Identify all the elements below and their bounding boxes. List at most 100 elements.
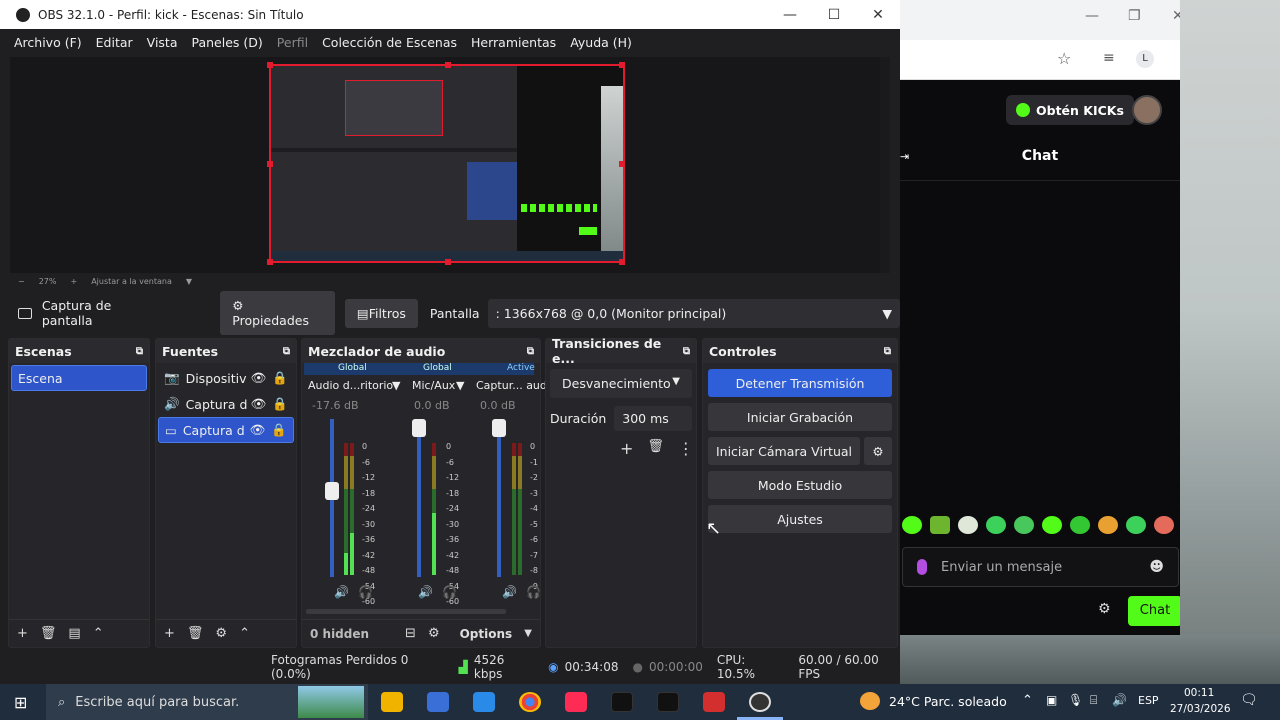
get-kicks-button[interactable]: Obtén KICKs <box>1006 95 1134 125</box>
undock-icon[interactable]: ⧉ <box>527 346 534 357</box>
headphones-icon[interactable]: 🎧 <box>526 585 541 599</box>
menu-herramientas[interactable]: Herramientas <box>471 35 556 50</box>
menu-perfil[interactable]: Perfil <box>277 35 308 50</box>
chat-settings-icon[interactable]: ⚙ <box>1098 601 1111 617</box>
source-item[interactable]: 🔊 Captura d 👁 🔒 <box>158 391 294 417</box>
settings-button[interactable]: Ajustes <box>708 505 892 533</box>
language-indicator[interactable]: ESP <box>1138 694 1159 707</box>
source-item[interactable]: 📷 Dispositiv 👁 🔒 <box>158 365 294 391</box>
message-input[interactable]: Enviar un mensaje ☻ <box>902 547 1179 587</box>
add-icon[interactable]: + <box>620 439 633 458</box>
zoom-out-button[interactable]: − <box>18 277 25 286</box>
menu-archivo[interactable]: Archivo (F) <box>14 35 82 50</box>
stop-streaming-button[interactable]: Detener Transmisión <box>708 369 892 397</box>
star-icon[interactable]: ☆ <box>1057 49 1071 68</box>
speaker-icon[interactable]: 🔊 <box>334 585 349 599</box>
zoom-in-button[interactable]: + <box>70 277 77 286</box>
windows-start-icon[interactable]: ⊞ <box>14 693 27 712</box>
volume-fader-track[interactable] <box>417 419 421 577</box>
undock-icon[interactable]: ⧉ <box>683 346 690 357</box>
more-menu-icon[interactable]: ⋮ <box>678 439 694 458</box>
emote-icon[interactable] <box>1154 516 1174 534</box>
eye-icon[interactable]: 👁 <box>251 396 267 412</box>
tiktok-studio-icon[interactable] <box>565 692 587 712</box>
chevron-down-icon[interactable]: ▼ <box>524 628 532 639</box>
gear-icon[interactable]: ⚙ <box>428 626 440 641</box>
tiktok-icon[interactable] <box>657 692 679 712</box>
source-item[interactable]: ▭ Captura d 👁 🔒 <box>158 417 294 443</box>
undock-icon[interactable]: ⧉ <box>283 346 290 357</box>
lock-icon[interactable]: 🔒 <box>272 370 288 386</box>
user-avatar[interactable] <box>1132 95 1162 125</box>
emote-icon[interactable] <box>1014 516 1034 534</box>
eye-icon[interactable]: 👁 <box>251 370 267 386</box>
channel-name[interactable]: Mic/Aux <box>412 379 455 392</box>
trash-icon[interactable]: 🗑 <box>40 626 57 641</box>
preview-scrollbar[interactable] <box>880 57 890 273</box>
start-virtual-camera-button[interactable]: Iniciar Cámara Virtual <box>708 437 860 465</box>
channel-name[interactable]: Captur... aud <box>476 379 547 392</box>
menu-coleccion-escenas[interactable]: Colección de Escenas <box>322 35 457 50</box>
add-icon[interactable]: + <box>164 626 175 641</box>
gear-icon[interactable]: ⚙ <box>215 626 227 641</box>
volume-fader-handle[interactable] <box>492 419 506 437</box>
emote-icon[interactable] <box>1098 516 1118 534</box>
mixer-scrollbar[interactable] <box>306 609 506 614</box>
preview-area[interactable] <box>10 57 880 273</box>
chevron-down-icon[interactable]: ▼ <box>186 277 192 286</box>
undock-icon[interactable]: ⧉ <box>884 346 891 357</box>
studio-mode-button[interactable]: Modo Estudio <box>708 471 892 499</box>
outlook-icon[interactable] <box>473 692 495 712</box>
layout-icon[interactable]: ⊟ <box>405 626 416 641</box>
tiktok-icon[interactable] <box>611 692 633 712</box>
chevron-up-icon[interactable]: ⌃ <box>1022 693 1033 708</box>
notifications-icon[interactable]: 🗨 <box>1240 692 1258 708</box>
volume-icon[interactable]: 🔊 <box>1112 693 1127 707</box>
channel-dropdown-icon[interactable]: ▼ <box>456 379 464 392</box>
emote-icon[interactable] <box>958 516 978 534</box>
volume-fader-handle[interactable] <box>325 482 339 500</box>
taskbar-search[interactable]: ⌕ Escribe aquí para buscar. <box>46 684 368 720</box>
weather-text[interactable]: 24°C Parc. soleado <box>889 694 1007 709</box>
filters-button[interactable]: ▤Filtros <box>344 298 418 328</box>
lock-icon[interactable]: 🔒 <box>271 422 287 438</box>
menu-editar[interactable]: Editar <box>96 35 133 50</box>
file-explorer-icon[interactable] <box>381 692 403 712</box>
scene-item[interactable]: Escena <box>11 365 147 391</box>
properties-button[interactable]: ⚙ Propiedades <box>220 291 335 335</box>
app-icon[interactable] <box>703 692 725 712</box>
options-button[interactable]: Options <box>460 627 513 641</box>
network-icon[interactable]: ⌸ <box>1090 693 1097 708</box>
obs-taskbar-icon[interactable] <box>749 692 771 712</box>
eye-icon[interactable]: 👁 <box>250 422 266 438</box>
microphone-icon[interactable]: 🎙 <box>1068 693 1083 707</box>
emote-icon[interactable] <box>1070 516 1090 534</box>
menu-ayuda[interactable]: Ayuda (H) <box>570 35 632 50</box>
close-icon[interactable]: ✕ <box>856 7 900 23</box>
preview-canvas[interactable] <box>267 62 625 265</box>
emote-icon[interactable] <box>986 516 1006 534</box>
store-icon[interactable] <box>427 692 449 712</box>
menu-paneles[interactable]: Paneles (D) <box>192 35 263 50</box>
start-recording-button[interactable]: Iniciar Grabación <box>708 403 892 431</box>
microphone-icon[interactable] <box>917 559 927 575</box>
send-chat-button[interactable]: Chat <box>1128 596 1182 626</box>
chrome-icon[interactable] <box>519 692 541 712</box>
zoom-fit-select[interactable]: Ajustar a la ventana <box>91 277 172 286</box>
headphones-icon[interactable]: 🎧 <box>442 585 457 599</box>
emote-icon[interactable] <box>930 516 950 534</box>
maximize-icon[interactable]: ☐ <box>812 7 856 23</box>
restore-icon[interactable]: ❐ <box>1128 8 1141 24</box>
chevron-up-icon[interactable]: ⌃ <box>239 626 250 641</box>
queue-icon[interactable]: ≡ <box>1103 50 1115 66</box>
transition-select[interactable]: Desvanecimiento ▼ <box>550 369 692 398</box>
volume-fader-handle[interactable] <box>412 419 426 437</box>
trash-icon[interactable]: 🗑 <box>187 626 204 641</box>
emoji-icon[interactable]: ☻ <box>1149 559 1164 575</box>
clock-time[interactable]: 00:11 <box>1184 687 1214 699</box>
weather-icon[interactable] <box>860 692 880 710</box>
emote-icon[interactable] <box>1042 516 1062 534</box>
device-icon[interactable]: ▣ <box>1046 693 1057 707</box>
emote-icon[interactable] <box>1126 516 1146 534</box>
channel-dropdown-icon[interactable]: ▼ <box>392 379 400 392</box>
